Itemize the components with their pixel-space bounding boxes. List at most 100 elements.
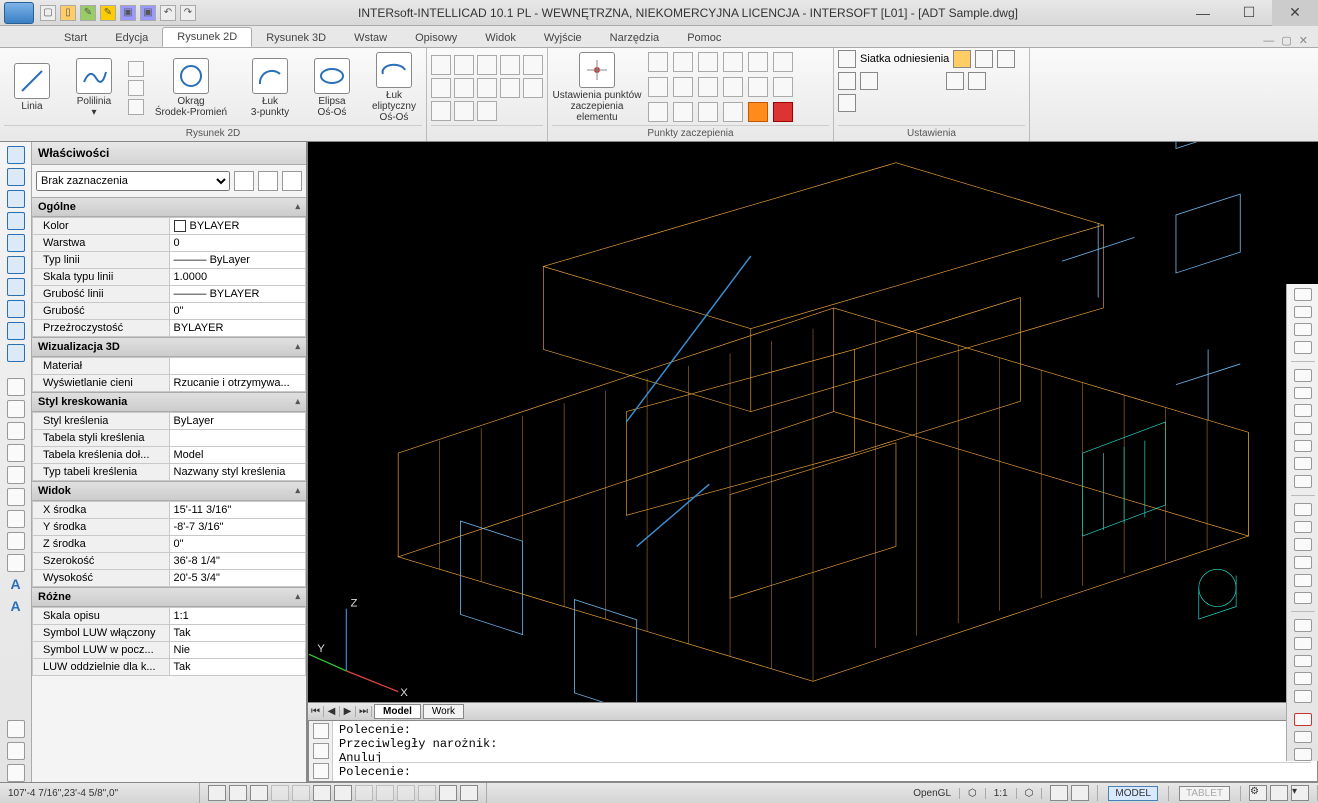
status-btn[interactable] xyxy=(418,785,436,801)
snap-icon[interactable] xyxy=(723,52,743,72)
small-tool-icon[interactable] xyxy=(128,61,144,77)
qat-saveall-icon[interactable]: ▣ xyxy=(140,5,156,21)
tool-icon[interactable] xyxy=(523,78,543,98)
status-btn[interactable] xyxy=(334,785,352,801)
status-tablet[interactable]: TABLET xyxy=(1179,786,1230,801)
snap-icon[interactable] xyxy=(648,77,668,97)
tab-narzedzia[interactable]: Narzędzia xyxy=(596,29,674,47)
tool-icon[interactable] xyxy=(1294,556,1312,569)
gear-icon[interactable]: ⚙ xyxy=(1249,785,1267,801)
qat-open-icon[interactable]: ▯ xyxy=(60,5,76,21)
tool-icon[interactable] xyxy=(1294,422,1312,435)
status-btn[interactable] xyxy=(208,785,226,801)
status-btn[interactable] xyxy=(1071,785,1089,801)
linia-button[interactable]: Linia xyxy=(4,63,60,112)
snap-icon[interactable] xyxy=(723,77,743,97)
zoom-icon[interactable] xyxy=(7,764,25,782)
maximize-button[interactable]: ☐ xyxy=(1226,0,1272,26)
tool-icon[interactable] xyxy=(1294,731,1312,744)
setting-icon[interactable] xyxy=(997,50,1015,68)
tab-nav-first[interactable]: ⏮ xyxy=(308,706,324,717)
qat-undo-icon[interactable]: ↶ xyxy=(160,5,176,21)
setting-icon[interactable] xyxy=(975,50,993,68)
tool-icon[interactable] xyxy=(7,466,25,484)
tool-icon[interactable] xyxy=(1294,369,1312,382)
polilinia-button[interactable]: Polilinia▾ xyxy=(66,58,122,118)
cmd-tool-icon[interactable] xyxy=(313,763,329,779)
tool-icon[interactable] xyxy=(1294,387,1312,400)
tool-icon[interactable] xyxy=(7,168,25,186)
setting-icon[interactable] xyxy=(968,72,986,90)
snap-icon[interactable] xyxy=(748,77,768,97)
zoom-icon[interactable] xyxy=(7,742,25,760)
setting-icon[interactable] xyxy=(838,72,856,90)
tool-icon[interactable] xyxy=(1294,672,1312,685)
status-opengl[interactable]: OpenGL xyxy=(905,788,960,799)
setting-icon[interactable] xyxy=(946,72,964,90)
status-anno2[interactable]: ⬡ xyxy=(1017,788,1043,799)
tool-icon[interactable] xyxy=(454,101,474,121)
selection-combo[interactable]: Brak zaznaczenia xyxy=(36,171,230,191)
snap-icon[interactable] xyxy=(698,102,718,122)
tool-icon[interactable] xyxy=(1294,592,1312,605)
snap-off-icon[interactable] xyxy=(773,102,793,122)
tab-nav-next[interactable]: ▶ xyxy=(340,706,356,717)
status-model[interactable]: MODEL xyxy=(1108,786,1158,801)
tab-widok[interactable]: Widok xyxy=(471,29,530,47)
tool-icon[interactable] xyxy=(431,101,451,121)
tool-icon[interactable] xyxy=(7,278,25,296)
snap-icon[interactable] xyxy=(648,102,668,122)
qat-icon[interactable]: ✎ xyxy=(100,5,116,21)
tool-icon[interactable] xyxy=(1294,713,1312,726)
status-btn[interactable] xyxy=(271,785,289,801)
group-wizualizacja[interactable]: Wizualizacja 3D xyxy=(32,337,306,357)
snap-icon[interactable] xyxy=(748,52,768,72)
snap-settings-button[interactable]: Ustawienia punktów zaczepienia elementu xyxy=(552,52,642,123)
mdi-controls[interactable]: — ▢ ✕ xyxy=(1263,34,1318,47)
elipsa-button[interactable]: ElipsaOś-Oś xyxy=(304,58,360,118)
tool-icon[interactable] xyxy=(7,146,25,164)
tab-start[interactable]: Start xyxy=(50,29,101,47)
status-btn[interactable] xyxy=(1050,785,1068,801)
status-btn[interactable] xyxy=(313,785,331,801)
filter-icon[interactable] xyxy=(282,171,302,191)
small-tool-icon[interactable] xyxy=(128,99,144,115)
viewtab-model[interactable]: Model xyxy=(374,704,421,719)
snap-icon[interactable] xyxy=(648,52,668,72)
tool-icon[interactable] xyxy=(477,55,497,75)
status-btn[interactable] xyxy=(229,785,247,801)
small-tool-icon[interactable] xyxy=(128,80,144,96)
tool-icon[interactable] xyxy=(7,532,25,550)
pickadd-icon[interactable] xyxy=(258,171,278,191)
tool-icon[interactable] xyxy=(1294,323,1312,336)
snap-icon[interactable] xyxy=(698,52,718,72)
status-btn[interactable]: ▾ xyxy=(1291,785,1309,801)
setting-icon[interactable] xyxy=(953,50,971,68)
snap-icon[interactable] xyxy=(698,77,718,97)
qat-save-icon[interactable]: ▣ xyxy=(120,5,136,21)
group-ogolne[interactable]: Ogólne xyxy=(32,197,306,217)
tool-icon[interactable] xyxy=(477,78,497,98)
tab-wstaw[interactable]: Wstaw xyxy=(340,29,401,47)
group-rozne[interactable]: Różne xyxy=(32,587,306,607)
tool-icon[interactable] xyxy=(454,55,474,75)
command-input[interactable]: Polecenie: xyxy=(339,762,1311,779)
qat-icon[interactable]: ✎ xyxy=(80,5,96,21)
tool-icon[interactable] xyxy=(454,78,474,98)
snap-icon[interactable] xyxy=(723,102,743,122)
okrag-button[interactable]: OkrągŚrodek-Promień xyxy=(146,58,236,118)
tool-icon[interactable] xyxy=(7,344,25,362)
tool-icon[interactable] xyxy=(7,378,25,396)
setting-icon[interactable] xyxy=(860,72,878,90)
tab-rysunek2d[interactable]: Rysunek 2D xyxy=(162,27,252,47)
tool-icon[interactable] xyxy=(1294,341,1312,354)
grid-icon[interactable] xyxy=(838,50,856,68)
tool-icon[interactable] xyxy=(7,300,25,318)
tab-wyjscie[interactable]: Wyjście xyxy=(530,29,596,47)
tool-icon[interactable] xyxy=(1294,521,1312,534)
tool-icon[interactable] xyxy=(7,510,25,528)
tool-icon[interactable] xyxy=(7,190,25,208)
tool-icon[interactable] xyxy=(7,234,25,252)
tool-icon[interactable] xyxy=(1294,619,1312,632)
tab-edycja[interactable]: Edycja xyxy=(101,29,162,47)
